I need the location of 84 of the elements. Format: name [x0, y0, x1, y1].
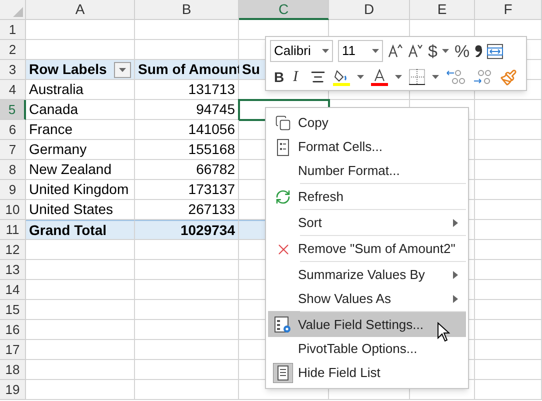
column-header[interactable]: C [239, 0, 329, 20]
table-cell: 173137 [135, 180, 239, 200]
filter-button[interactable] [114, 62, 131, 78]
row-header[interactable]: 13 [0, 260, 26, 280]
font-color-icon[interactable] [371, 68, 388, 86]
refresh-icon [275, 189, 291, 205]
row-header[interactable]: 10 [0, 200, 26, 220]
table-cell [475, 380, 542, 400]
table-cell: Grand Total [26, 220, 135, 240]
column-header[interactable]: A [26, 0, 135, 20]
grow-font-icon[interactable] [388, 44, 403, 58]
row-header[interactable]: 15 [0, 300, 26, 320]
menu-item[interactable]: Summarize Values By [268, 261, 466, 287]
column-header[interactable]: D [329, 0, 410, 20]
increase-decimal-icon[interactable] [446, 68, 466, 86]
row-header[interactable]: 16 [0, 320, 26, 340]
menu-item[interactable]: Copy [268, 111, 466, 135]
row-header[interactable]: 7 [0, 140, 26, 160]
table-cell: New Zealand [26, 160, 135, 180]
table-cell: 131713 [135, 80, 239, 100]
menu-item[interactable]: Sort [268, 209, 466, 235]
borders-icon[interactable] [409, 69, 425, 86]
menu-item[interactable]: Remove "Sum of Amount2" [268, 235, 466, 261]
column-label: Row Labels [29, 60, 107, 79]
caret-icon[interactable] [395, 75, 402, 80]
font-name-field[interactable]: Calibri [270, 40, 333, 62]
table-cell: 66782 [135, 160, 239, 180]
caret-icon[interactable] [432, 75, 439, 80]
row-header[interactable]: 3 [0, 60, 26, 80]
column-header[interactable]: E [410, 0, 475, 20]
row-header[interactable]: 12 [0, 240, 26, 260]
row-header[interactable]: 17 [0, 340, 26, 360]
row-header[interactable]: 11 [0, 220, 26, 240]
field-list-icon [273, 363, 293, 383]
table-cell: United Kingdom [26, 180, 135, 200]
copy-icon [275, 115, 291, 131]
menu-item[interactable]: Format Cells... [268, 135, 466, 159]
caret-icon[interactable] [357, 75, 364, 80]
format-cells-icon [277, 138, 289, 156]
row-header[interactable]: 1 [0, 20, 26, 40]
caret-icon[interactable] [322, 49, 329, 53]
mouse-pointer-icon [437, 322, 450, 342]
table-cell: 141056 [135, 120, 239, 140]
table-cell: Germany [26, 140, 135, 160]
row-header[interactable]: 19 [0, 380, 26, 400]
fill-color-icon[interactable] [333, 68, 350, 86]
submenu-arrow-icon [453, 219, 458, 227]
submenu-arrow-icon [453, 271, 458, 279]
menu-item[interactable]: Value Field Settings... [268, 311, 466, 337]
row-header[interactable]: 8 [0, 160, 26, 180]
row-header[interactable]: 6 [0, 120, 26, 140]
table-cell: Canada [26, 100, 135, 120]
table-cell: 94745 [135, 100, 239, 120]
row-header[interactable]: 18 [0, 360, 26, 380]
table-cell: 155168 [135, 140, 239, 160]
row-header[interactable]: 14 [0, 280, 26, 300]
caret-icon[interactable] [119, 68, 126, 72]
column-header[interactable]: B [135, 0, 239, 20]
row-header[interactable]: 4 [0, 80, 26, 100]
caret-icon[interactable] [442, 49, 450, 53]
format-painter-icon[interactable] [500, 68, 517, 86]
table-cell: France [26, 120, 135, 140]
font-size-field[interactable]: 11 [338, 40, 383, 62]
merge-cells-icon[interactable] [486, 44, 503, 58]
comma-style-icon[interactable] [474, 45, 482, 57]
shrink-font-icon[interactable] [408, 44, 423, 58]
menu-item[interactable]: Refresh [268, 183, 466, 209]
menu-item[interactable]: Number Format... [268, 159, 466, 183]
decrease-decimal-icon[interactable] [473, 68, 493, 86]
row-header[interactable]: 5 [0, 100, 26, 120]
currency-format-button[interactable]: $ [428, 42, 438, 60]
menu-item[interactable]: Hide Field List [268, 361, 466, 385]
submenu-arrow-icon [453, 295, 458, 303]
table-cell: Australia [26, 80, 135, 100]
row-header[interactable]: 2 [0, 40, 26, 60]
column-header[interactable]: F [475, 0, 542, 20]
menu-item[interactable]: Show Values As [268, 287, 466, 311]
menu-item[interactable]: PivotTable Options... [268, 337, 466, 361]
align-center-icon[interactable] [310, 69, 326, 86]
percent-format-button[interactable]: % [454, 42, 470, 60]
row-header[interactable]: 9 [0, 180, 26, 200]
caret-icon[interactable] [372, 49, 379, 53]
table-cell: 1029734 [135, 220, 239, 240]
field-settings-icon [274, 316, 292, 334]
